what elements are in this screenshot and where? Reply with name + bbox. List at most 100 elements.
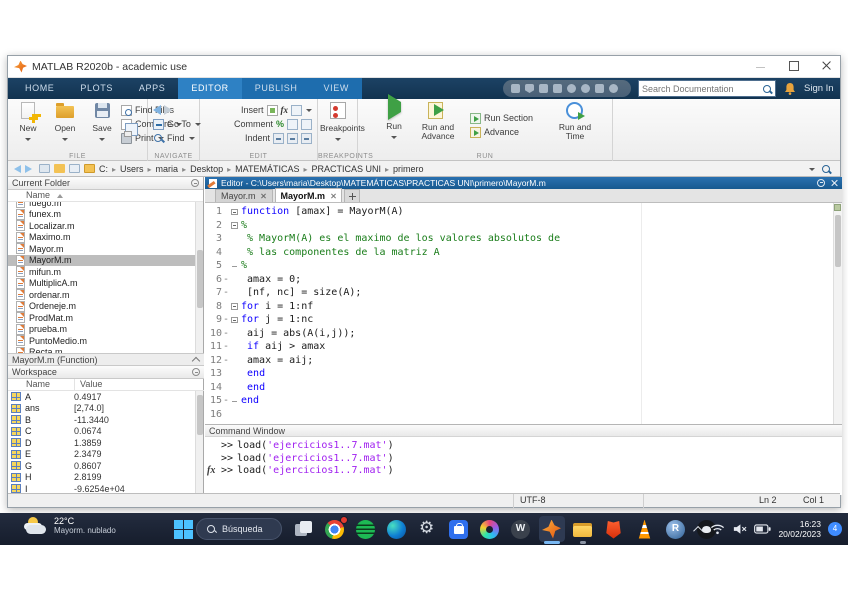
quick-access-toolbar[interactable] [503,80,631,97]
breakpoint-dash[interactable]: - [222,354,230,368]
comment-percent-icon[interactable]: % [276,119,284,129]
start-button[interactable] [171,516,197,542]
file-item[interactable]: MultiplicA.m [8,278,196,290]
tab-close-icon[interactable] [261,193,267,199]
battery-icon[interactable] [754,524,771,534]
fold-marker[interactable] [230,273,241,287]
breakpoint-dash[interactable] [222,219,230,233]
nav-forward-icon[interactable] [25,165,32,173]
address-search-icon[interactable] [821,164,831,174]
current-folder-icon[interactable] [84,164,95,173]
r-app-icon[interactable] [663,516,689,542]
file-item[interactable]: ordenar.m [8,289,196,301]
workspace-name-column[interactable]: Name [26,379,50,390]
line-number[interactable]: 7 [205,286,222,300]
fold-marker[interactable] [230,300,241,314]
line-number[interactable]: 14 [205,381,222,395]
file-item[interactable]: Maximo.m [8,232,196,244]
breakpoint-dash[interactable]: - [222,340,230,354]
line-number[interactable]: 15 [205,394,222,408]
breadcrumb-segment[interactable]: maria [154,164,189,174]
taskbar-search[interactable]: Búsqueda [196,518,282,540]
file-details-bar[interactable]: MayorM.m (Function) [8,353,204,366]
line-number[interactable]: 4 [205,246,222,260]
editor-panel-menu-icon[interactable] [817,179,825,187]
w-app-icon[interactable] [508,516,534,542]
fold-marker[interactable] [230,259,241,273]
browse-folder-icon[interactable] [54,164,65,173]
breakpoint-dash[interactable] [222,259,230,273]
fold-marker[interactable] [230,327,241,341]
workspace-variable-row[interactable]: G0.8607 [8,460,196,472]
workspace-variable-list[interactable]: A0.4917ans[2,74.0]B-11.3440C0.0674D1.385… [8,391,196,495]
fold-marker[interactable] [230,286,241,300]
qat-redo-icon[interactable] [581,84,590,93]
indent-left-icon[interactable] [287,133,298,144]
fold-marker[interactable] [230,381,241,395]
fold-collapse-icon[interactable] [231,317,238,324]
fold-collapse-icon[interactable] [231,209,238,216]
search-documentation-box[interactable] [638,80,776,97]
store-app-icon[interactable] [446,516,472,542]
wrap-comments-icon[interactable] [301,119,312,130]
ribbon-tab-editor[interactable]: EDITOR [178,78,241,99]
line-number[interactable]: 6 [205,273,222,287]
breadcrumb-segment[interactable]: Desktop [188,164,233,174]
workspace-variable-row[interactable]: H2.8199 [8,472,196,484]
file-item[interactable]: Mayor.m [8,243,196,255]
fold-marker[interactable] [230,340,241,354]
qat-undo-icon[interactable] [567,84,576,93]
line-number[interactable]: 2 [205,219,222,233]
back-arrow-icon[interactable] [153,105,161,115]
workspace-value-column[interactable]: Value [80,379,102,390]
notification-count-badge[interactable]: 4 [828,522,842,536]
qat-save-icon[interactable] [511,84,520,93]
ribbon-tab-home[interactable]: HOME [12,78,67,99]
editor-scrollbar[interactable] [833,203,842,424]
breakpoint-dash[interactable]: - [222,286,230,300]
insert-fx-icon[interactable]: fx [281,105,289,115]
notifications-bell-icon[interactable] [784,82,796,95]
line-number[interactable]: 1 [205,205,222,219]
close-icon[interactable] [821,60,832,71]
wifi-icon[interactable] [710,523,725,535]
file-item[interactable]: prueba.m [8,324,196,336]
run-button[interactable]: Run [376,102,412,141]
command-window-header[interactable]: Command Window [205,424,842,437]
fold-marker[interactable] [230,394,241,408]
spotify-app-icon[interactable] [353,516,379,542]
editor-panel-close-icon[interactable] [830,179,838,187]
stack-icon[interactable] [69,164,80,173]
line-number[interactable]: 8 [205,300,222,314]
indent-right-icon[interactable] [301,133,312,144]
breakpoint-dash[interactable]: - [222,313,230,327]
line-number[interactable]: 10 [205,327,222,341]
line-number[interactable]: 5 [205,259,222,273]
weather-widget[interactable]: 22°C Mayorm. nublado [26,516,116,535]
file-item[interactable]: PuntoMedio.m [8,335,196,347]
breakpoint-dash[interactable]: - [222,394,230,408]
breadcrumb-segment[interactable]: Users [118,164,154,174]
fold-collapse-icon[interactable] [231,222,238,229]
breadcrumb-segment[interactable]: C: [97,164,118,174]
file-item[interactable]: ProdMat.m [8,312,196,324]
insert-code-icon[interactable] [291,105,302,116]
breakpoint-dash[interactable] [222,232,230,246]
file-item[interactable]: MayorM.m [8,255,196,267]
tab-close-icon[interactable] [330,193,336,199]
fold-marker[interactable] [230,367,241,381]
insert-section-icon[interactable] [267,105,278,116]
fold-marker[interactable] [230,232,241,246]
search-icon[interactable] [762,84,772,94]
editor-tab-mayor-m[interactable]: Mayor.m [215,189,273,202]
workspace-menu-icon[interactable] [192,368,200,376]
run-section-button[interactable]: Run Section [470,111,548,125]
command-window[interactable]: >>load('ejercicios1..7.mat')>>load('ejer… [205,437,842,495]
workspace-column-headers[interactable]: Name Value [8,379,204,391]
breakpoints-button[interactable]: Breakpoints [320,102,356,143]
folder-up-icon[interactable] [39,164,50,173]
fold-marker[interactable] [230,313,241,327]
new-script-button[interactable]: New [10,102,46,143]
file-list[interactable]: fuego.mfunex.mLocalizar.mMaximo.mMayor.m… [8,202,196,353]
fold-marker[interactable] [230,246,241,260]
